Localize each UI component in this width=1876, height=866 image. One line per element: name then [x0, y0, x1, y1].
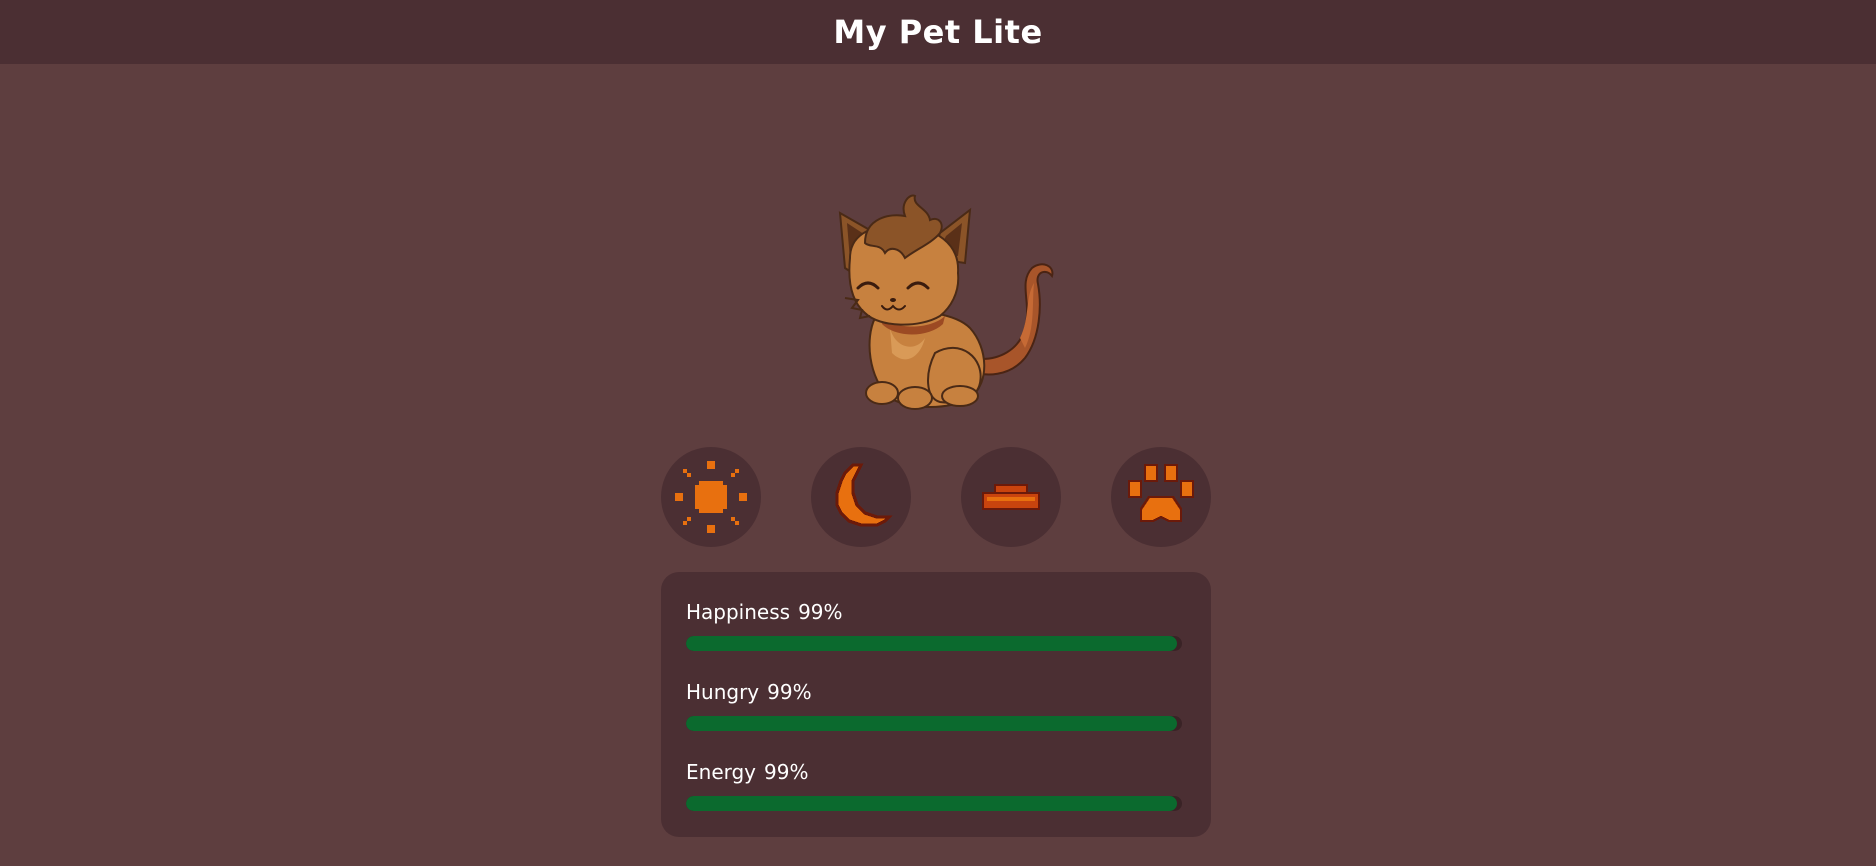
feed-button[interactable]: [961, 447, 1061, 547]
sleep-button[interactable]: [811, 447, 911, 547]
hungry-progress-fill: [686, 716, 1178, 731]
moon-icon: [835, 463, 893, 527]
wake-button[interactable]: [661, 447, 761, 547]
pet-cat-illustration[interactable]: [820, 188, 1070, 418]
stat-label: Happiness: [686, 600, 791, 624]
stat-value: 99%: [767, 680, 812, 704]
sun-icon: [675, 461, 747, 533]
action-buttons: [661, 447, 1211, 547]
app-title: My Pet Lite: [833, 13, 1043, 51]
stat-label-row: Happiness 99%: [686, 598, 1182, 626]
happiness-progress-bar: [686, 636, 1182, 651]
stat-label: Hungry: [686, 680, 760, 704]
energy-stat: Energy 99%: [686, 758, 1182, 811]
energy-progress-fill: [686, 796, 1178, 811]
stat-label-row: Hungry 99%: [686, 678, 1182, 706]
happiness-stat: Happiness 99%: [686, 598, 1182, 651]
energy-progress-bar: [686, 796, 1182, 811]
cat-icon: [838, 194, 1054, 410]
play-button[interactable]: [1111, 447, 1211, 547]
app-header: My Pet Lite: [0, 0, 1876, 64]
happiness-progress-fill: [686, 636, 1178, 651]
stat-value: 99%: [798, 600, 843, 624]
stat-label-row: Energy 99%: [686, 758, 1182, 786]
paw-icon: [1127, 463, 1195, 523]
hungry-progress-bar: [686, 716, 1182, 731]
stats-panel: Happiness 99% Hungry 99% Energy 99%: [661, 572, 1211, 837]
food-bowl-icon: [981, 484, 1041, 511]
stat-label: Energy: [686, 760, 757, 784]
stat-value: 99%: [764, 760, 809, 784]
hungry-stat: Hungry 99%: [686, 678, 1182, 731]
